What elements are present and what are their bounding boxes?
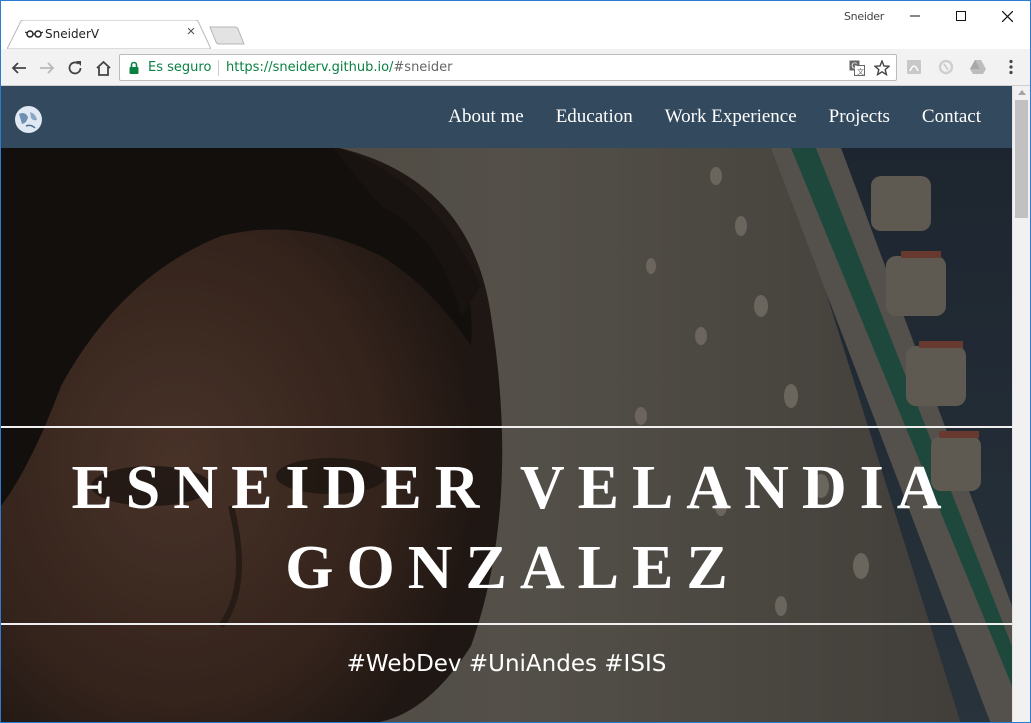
hero-background-photo (1, 86, 1012, 722)
minimize-button[interactable] (892, 1, 938, 31)
url-fragment: #sneider (393, 60, 453, 75)
reload-icon (68, 61, 82, 75)
page-scrollbar[interactable] (1012, 86, 1030, 722)
sync-extension-icon (938, 59, 954, 75)
nav-link-about-me[interactable]: About me (448, 106, 523, 128)
hero-hashtags: #WebDev #UniAndes #ISIS (346, 651, 667, 677)
svg-text:文: 文 (857, 67, 864, 76)
hero-section: About me Education Work Experience Proje… (1, 86, 1012, 722)
site-navbar: About me Education Work Experience Proje… (1, 86, 1012, 148)
kebab-menu-icon (1009, 59, 1013, 75)
scroll-thumb[interactable] (1015, 100, 1028, 218)
forward-arrow-icon (40, 62, 55, 74)
hero-divider-top (1, 426, 1012, 428)
pdf-extension-button[interactable] (904, 57, 924, 77)
hero-name-heading: ESNEIDER VELANDIA GONZALEZ (1, 448, 1012, 608)
scroll-up-arrow-icon[interactable] (1018, 90, 1026, 95)
profile-name[interactable]: Sneider (844, 10, 884, 23)
star-icon (874, 60, 890, 76)
logo-globe-icon (19, 112, 37, 129)
sync-extension-button[interactable] (936, 57, 956, 77)
security-label[interactable]: Es seguro (148, 60, 211, 75)
address-separator (218, 60, 219, 76)
hero-divider-bottom (1, 623, 1012, 625)
drive-icon (970, 60, 986, 74)
browser-window: SneiderV × Sneider Es seguro https://sne… (0, 0, 1031, 723)
browser-toolbar: Es seguro https://sneiderv.github.io/#sn… (1, 49, 1030, 86)
site-menu: About me Education Work Experience Proje… (448, 106, 981, 128)
tab-sneiderv[interactable]: SneiderV × (7, 20, 211, 49)
new-tab-button[interactable] (209, 26, 245, 45)
hero-name-line-1: ESNEIDER VELANDIA (71, 454, 955, 522)
close-icon (1001, 10, 1013, 22)
url-host: https://sneiderv.github.io/ (226, 60, 394, 75)
nav-link-projects[interactable]: Projects (829, 106, 890, 128)
lock-icon (129, 61, 139, 74)
close-window-button[interactable] (984, 1, 1030, 31)
drive-extension-button[interactable] (968, 57, 988, 77)
home-button[interactable] (91, 56, 115, 80)
translate-icon: G 文 (849, 60, 865, 76)
nav-link-education[interactable]: Education (556, 106, 633, 128)
home-icon (95, 60, 111, 76)
glasses-favicon-icon (25, 30, 43, 38)
site-logo[interactable] (15, 106, 42, 133)
translate-button[interactable]: G 文 (848, 59, 866, 77)
nav-link-work-experience[interactable]: Work Experience (665, 106, 797, 128)
tab-close-icon[interactable]: × (183, 24, 199, 40)
forward-button[interactable] (35, 56, 59, 80)
back-button[interactable] (7, 56, 31, 80)
tab-title: SneiderV (45, 27, 100, 41)
nav-link-contact[interactable]: Contact (922, 106, 981, 128)
back-arrow-icon (11, 62, 26, 74)
title-bar: SneiderV × Sneider (1, 1, 1030, 49)
pdf-extension-icon (907, 60, 921, 74)
maximize-icon (956, 11, 966, 21)
page-viewport: About me Education Work Experience Proje… (1, 86, 1012, 722)
address-bar[interactable]: Es seguro https://sneiderv.github.io/#sn… (119, 54, 897, 81)
maximize-button[interactable] (938, 1, 984, 31)
url-text[interactable]: https://sneiderv.github.io/#sneider (226, 60, 453, 75)
reload-button[interactable] (63, 56, 87, 80)
bookmark-star-button[interactable] (873, 59, 891, 77)
chrome-menu-button[interactable] (1001, 57, 1021, 77)
hero-name-line-2: GONZALEZ (285, 534, 741, 602)
minimize-icon (910, 15, 920, 17)
